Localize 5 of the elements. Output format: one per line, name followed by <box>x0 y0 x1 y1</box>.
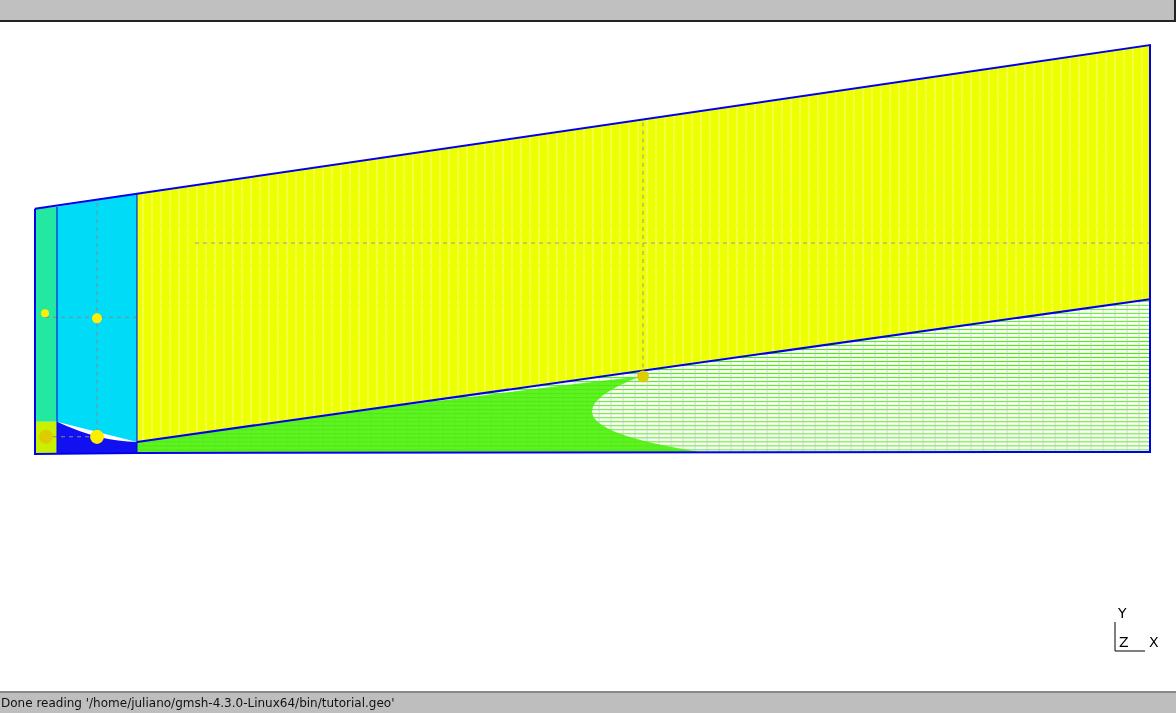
axis-label: Z <box>1119 635 1129 649</box>
axis-label: Y <box>1118 606 1127 620</box>
status-message: Done reading '/home/juliano/gmsh-4.3.0-Linux64/bin/tutorial.geo' <box>1 696 395 710</box>
axes-icon <box>1114 622 1146 652</box>
axis-label: X <box>1149 635 1159 649</box>
